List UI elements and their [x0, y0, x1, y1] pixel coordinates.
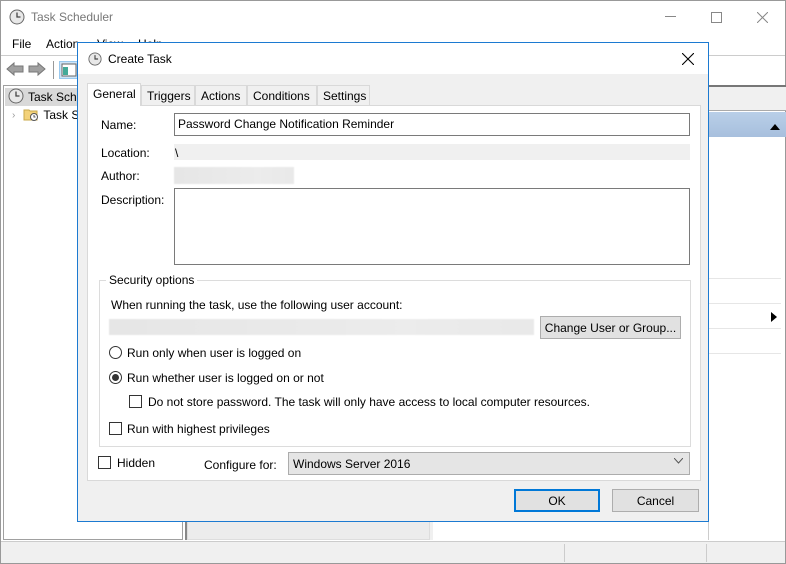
do-not-store-password-label[interactable]: Do not store password. The task will onl…: [148, 395, 590, 409]
name-label: Name:: [101, 118, 137, 132]
close-button[interactable]: [739, 1, 785, 33]
chevron-right-icon[interactable]: ›: [12, 110, 15, 121]
run-whether-logged-on-label[interactable]: Run whether user is logged on or not: [127, 371, 324, 385]
hidden-label[interactable]: Hidden: [117, 456, 155, 470]
submenu-arrow-icon[interactable]: [771, 311, 777, 325]
dialog-titlebar: Create Task: [78, 43, 708, 74]
actions-pane: [708, 85, 786, 540]
forward-arrow-icon[interactable]: [28, 61, 46, 77]
back-arrow-icon[interactable]: [6, 61, 24, 77]
run-whether-logged-on-radio[interactable]: [109, 371, 122, 384]
cancel-button[interactable]: Cancel: [612, 489, 699, 512]
dialog-close-button[interactable]: [674, 47, 702, 71]
status-separator: [706, 544, 707, 562]
divider: [709, 278, 781, 279]
actions-pane-header: [709, 85, 786, 111]
change-user-or-group-button[interactable]: Change User or Group...: [540, 316, 681, 339]
menu-action[interactable]: Action: [46, 37, 79, 51]
author-value: [174, 167, 294, 184]
general-tab-panel: Name: Password Change Notification Remin…: [87, 105, 701, 481]
collapse-arrow-icon[interactable]: [770, 119, 780, 133]
description-label: Description:: [101, 193, 165, 207]
clock-icon: [88, 52, 102, 69]
configure-for-select[interactable]: Windows Server 2016: [288, 452, 690, 475]
run-only-logged-on-label[interactable]: Run only when user is logged on: [127, 346, 301, 360]
divider: [709, 303, 781, 304]
run-highest-privileges-checkbox[interactable]: [109, 422, 122, 435]
minimize-button[interactable]: [647, 1, 693, 33]
main-window-title: Task Scheduler: [31, 10, 114, 24]
clock-icon: [8, 88, 24, 107]
security-options-group: Security options When running the task, …: [99, 273, 691, 447]
location-value: \: [174, 144, 690, 160]
account-prompt: When running the task, use the following…: [111, 298, 403, 312]
configure-for-value: Windows Server 2016: [293, 457, 411, 471]
tab-general[interactable]: General: [87, 83, 141, 106]
author-label: Author:: [101, 169, 140, 183]
create-task-dialog: Create Task General Triggers Actions Con…: [77, 42, 709, 522]
actions-section-header[interactable]: [709, 112, 786, 137]
ok-button[interactable]: OK: [514, 489, 600, 512]
status-bar: [1, 541, 785, 563]
tab-triggers[interactable]: Triggers: [141, 85, 195, 105]
run-only-logged-on-radio[interactable]: [109, 346, 122, 359]
user-account-field: [109, 319, 534, 335]
divider: [709, 353, 781, 354]
dialog-title: Create Task: [108, 52, 172, 66]
menu-file[interactable]: File: [12, 37, 31, 51]
description-input[interactable]: [174, 188, 690, 265]
hidden-checkbox[interactable]: [98, 456, 111, 469]
main-titlebar: Task Scheduler: [1, 1, 785, 33]
show-hide-console-tree-icon[interactable]: [59, 61, 79, 79]
location-label: Location:: [101, 146, 150, 160]
maximize-button[interactable]: [693, 1, 739, 33]
tab-actions[interactable]: Actions: [195, 85, 247, 105]
chevron-down-icon: [673, 456, 684, 467]
configure-for-label: Configure for:: [204, 458, 277, 472]
toolbar-separator: [53, 61, 54, 79]
status-separator: [564, 544, 565, 562]
tree-item-task-scheduler-local[interactable]: Task Scheduler (Local): [5, 88, 150, 107]
folder-clock-icon: [23, 106, 39, 125]
tab-settings[interactable]: Settings: [317, 85, 370, 105]
clock-icon: [9, 9, 25, 28]
name-input[interactable]: Password Change Notification Reminder: [174, 113, 690, 136]
divider: [709, 328, 781, 329]
run-highest-privileges-label[interactable]: Run with highest privileges: [127, 422, 270, 436]
security-options-title: Security options: [106, 273, 198, 287]
tab-conditions[interactable]: Conditions: [247, 85, 317, 105]
close-icon: [682, 53, 694, 65]
do-not-store-password-checkbox[interactable]: [129, 395, 142, 408]
